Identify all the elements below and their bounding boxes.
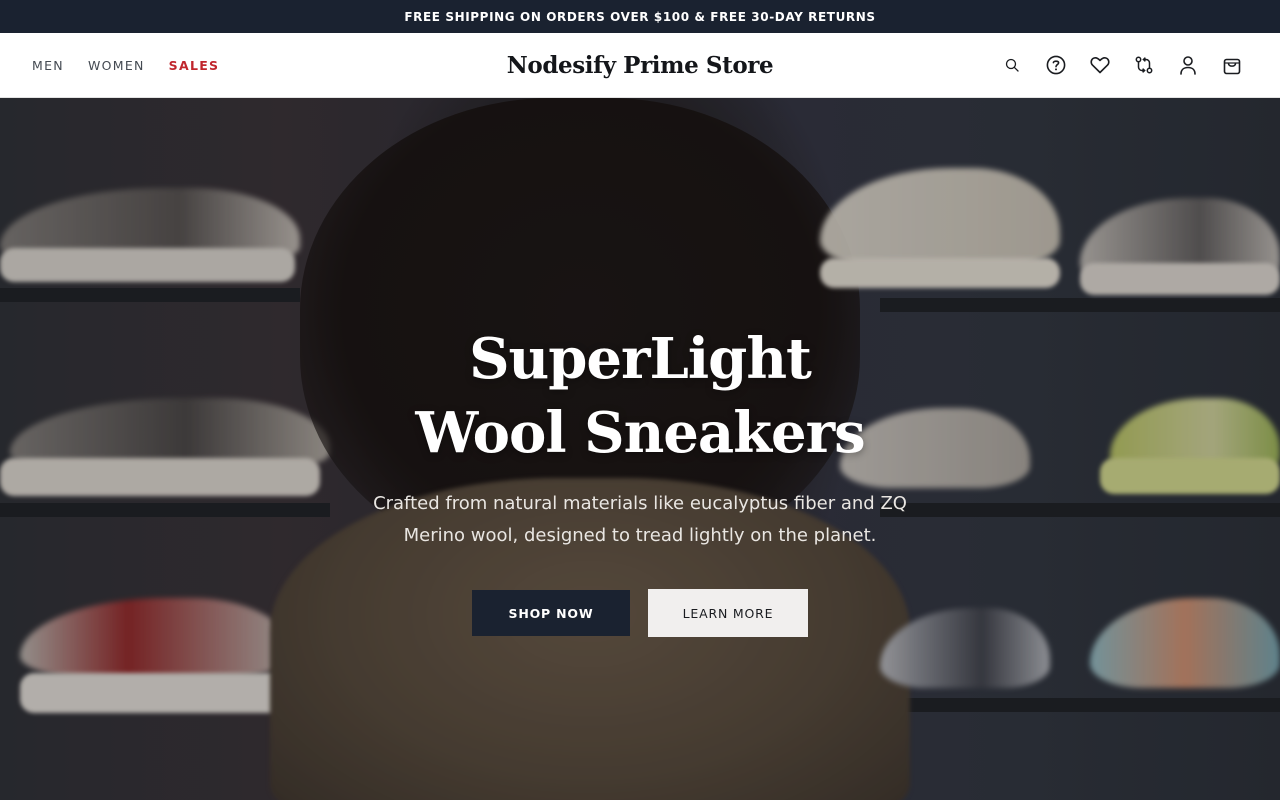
nav-link-women[interactable]: WOMEN [88,58,145,73]
nav-link-men[interactable]: MEN [32,58,64,73]
hero-subtitle: Crafted from natural materials like euca… [373,493,907,546]
hero-banner: SuperLight Wool Sneakers Crafted from na… [0,98,1280,800]
account-icon[interactable] [1178,55,1198,75]
main-nav: MEN WOMEN SALES [32,33,219,97]
search-icon[interactable] [1002,55,1022,75]
promo-bar: FREE SHIPPING ON ORDERS OVER $100 & FREE… [0,0,1280,33]
header-actions [1002,33,1242,97]
hero-title-line-1: SuperLight [469,326,812,392]
promo-text: FREE SHIPPING ON ORDERS OVER $100 & FREE… [404,9,876,24]
site-header: MEN WOMEN SALES Nodesify Prime Store [0,33,1280,98]
learn-more-button[interactable]: LEARN MORE [648,589,808,637]
wishlist-heart-icon[interactable] [1090,55,1110,75]
hero-cta-group: SHOP NOW LEARN MORE [0,589,1280,637]
compare-icon[interactable] [1134,55,1154,75]
cart-bag-icon[interactable] [1222,55,1242,75]
shop-now-button[interactable]: SHOP NOW [472,590,630,636]
hero-title-line-2: Wool Sneakers [415,400,865,466]
hero-title: SuperLight Wool Sneakers [0,322,1280,470]
help-icon[interactable] [1046,55,1066,75]
hero-content: SuperLight Wool Sneakers Crafted from na… [0,322,1280,637]
nav-link-sales[interactable]: SALES [169,58,220,73]
